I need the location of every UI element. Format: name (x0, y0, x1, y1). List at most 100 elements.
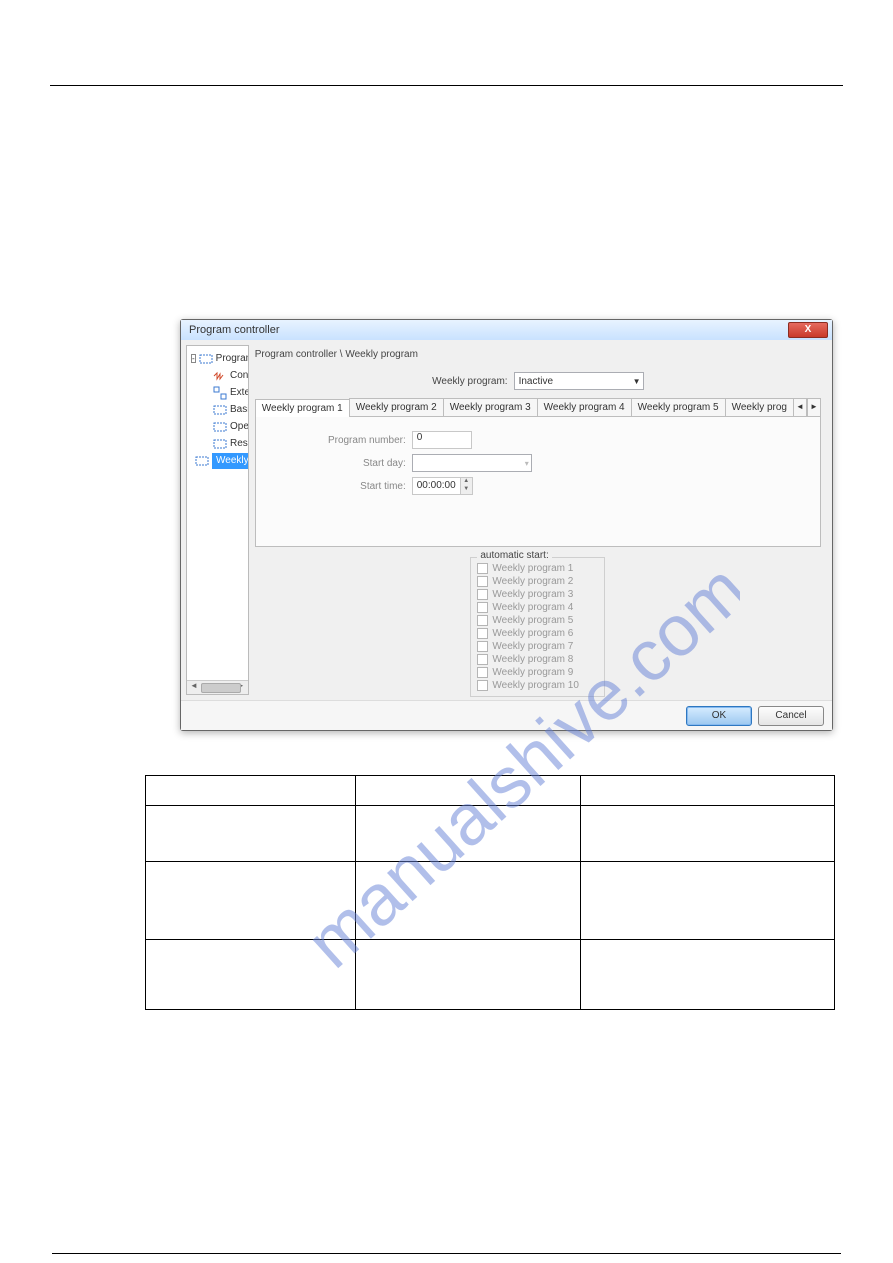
tree-root-label: Program controller (216, 353, 249, 364)
tree-item-label: Operation mode Man (230, 421, 249, 432)
table-row (146, 806, 835, 862)
tab-weekly-3[interactable]: Weekly program 3 (443, 398, 538, 416)
tree-item-label: Control signals (230, 370, 249, 381)
tree-item-control-signals[interactable]: Control signals (189, 367, 246, 384)
checkbox-icon[interactable] (477, 576, 488, 587)
controller-icon (199, 352, 213, 366)
autostart-checkbox-row[interactable]: Weekly program 7 (477, 640, 598, 653)
tab-strip: Weekly program 1 Weekly program 2 Weekly… (255, 398, 821, 417)
checkbox-icon[interactable] (477, 615, 488, 626)
close-icon: X (805, 324, 812, 335)
status-icon (213, 403, 227, 417)
automatic-start-group: automatic start: Weekly program 1Weekly … (470, 557, 605, 697)
scroll-left-icon[interactable]: ◄ (187, 681, 201, 695)
autostart-checkbox-row[interactable]: Weekly program 8 (477, 653, 598, 666)
table-row (146, 940, 835, 1010)
autostart-checkbox-row[interactable]: Weekly program 6 (477, 627, 598, 640)
autostart-checkbox-row[interactable]: Weekly program 10 (477, 679, 598, 692)
functions-icon (213, 386, 227, 400)
ok-button[interactable]: OK (686, 706, 752, 726)
program-number-label: Program number: (266, 435, 406, 446)
program-number-row: Program number: 0 (266, 431, 810, 449)
weekly-program-row: Weekly program: Inactive ▼ (255, 372, 821, 390)
breadcrumb: Program controller \ Weekly program (255, 349, 821, 360)
signals-icon (213, 369, 227, 383)
weekly-program-label: Weekly program: (432, 376, 507, 387)
tree-item-extended-functions[interactable]: Extented functions (189, 384, 246, 401)
start-day-select[interactable]: ▾ (412, 454, 532, 472)
start-time-row: Start time: 00:00:00 ▲▼ (266, 477, 810, 495)
tree-item-label: Extented functions (230, 387, 249, 398)
time-spinner[interactable]: ▲▼ (460, 478, 472, 494)
top-horizontal-rule (50, 85, 843, 86)
table-row (146, 776, 835, 806)
bottom-horizontal-rule (52, 1253, 841, 1254)
autostart-checkbox-row[interactable]: Weekly program 3 (477, 588, 598, 601)
tab-scroll-right[interactable]: ► (807, 398, 821, 416)
weekly-program-select[interactable]: Inactive ▼ (514, 372, 644, 390)
autostart-checkbox-row[interactable]: Weekly program 2 (477, 575, 598, 588)
tree-item-label: Weekly program (216, 455, 249, 466)
checkbox-icon[interactable] (477, 589, 488, 600)
dialog-body: - Program controller Control signals (181, 340, 832, 700)
chevron-down-icon: ▼ (633, 377, 641, 386)
tree-item-label: Response by O-o-R (230, 438, 249, 449)
collapse-icon[interactable]: - (191, 354, 196, 363)
start-time-label: Start time: (266, 481, 406, 492)
checkbox-icon[interactable] (477, 628, 488, 639)
weekly-program-value: Inactive (519, 376, 553, 387)
autostart-checkbox-row[interactable]: Weekly program 1 (477, 562, 598, 575)
tree-horizontal-scrollbar[interactable]: ◄ ► (187, 680, 248, 694)
start-time-input[interactable]: 00:00:00 ▲▼ (412, 477, 473, 495)
tab-content: Program number: 0 Start day: ▾ Start tim… (255, 417, 821, 547)
scroll-thumb[interactable] (201, 683, 241, 693)
tree-item-basic-status[interactable]: Basic status (189, 401, 246, 418)
tab-weekly-5[interactable]: Weekly program 5 (631, 398, 726, 416)
table-row (146, 862, 835, 940)
autostart-item-label: Weekly program 1 (492, 563, 573, 574)
checkbox-icon[interactable] (477, 654, 488, 665)
tab-weekly-1[interactable]: Weekly program 1 (255, 399, 350, 417)
autostart-item-label: Weekly program 5 (492, 615, 573, 626)
autostart-item-label: Weekly program 2 (492, 576, 573, 587)
start-day-row: Start day: ▾ (266, 454, 810, 472)
dialog-footer: OK Cancel (181, 700, 832, 730)
automatic-start-legend: automatic start: (477, 550, 551, 561)
program-number-input[interactable]: 0 (412, 431, 472, 449)
autostart-item-label: Weekly program 7 (492, 641, 573, 652)
chevron-down-icon: ▾ (525, 459, 529, 468)
cancel-button[interactable]: Cancel (758, 706, 824, 726)
autostart-item-label: Weekly program 10 (492, 680, 579, 691)
checkbox-icon[interactable] (477, 563, 488, 574)
autostart-item-label: Weekly program 9 (492, 667, 573, 678)
tree-item-label: Basic status (230, 404, 249, 415)
autostart-item-label: Weekly program 6 (492, 628, 573, 639)
main-pane: Program controller \ Weekly program Week… (249, 345, 827, 695)
program-controller-dialog: Program controller X - Program controlle… (180, 319, 833, 731)
checkbox-icon[interactable] (477, 667, 488, 678)
autostart-item-label: Weekly program 8 (492, 654, 573, 665)
start-day-label: Start day: (266, 458, 406, 469)
tab-weekly-4[interactable]: Weekly program 4 (537, 398, 632, 416)
dialog-titlebar[interactable]: Program controller X (181, 320, 832, 340)
weekly-icon (195, 454, 209, 468)
tree-item-response-oor[interactable]: Response by O-o-R (189, 435, 246, 452)
autostart-checkbox-row[interactable]: Weekly program 9 (477, 666, 598, 679)
parameter-table (145, 775, 835, 1010)
close-button[interactable]: X (788, 322, 828, 338)
autostart-checkbox-row[interactable]: Weekly program 4 (477, 601, 598, 614)
tab-scroll-left[interactable]: ◄ (793, 398, 807, 416)
checkbox-icon[interactable] (477, 602, 488, 613)
checkbox-icon[interactable] (477, 641, 488, 652)
tree-item-operation-mode[interactable]: Operation mode Man (189, 418, 246, 435)
tree: - Program controller Control signals (187, 346, 248, 473)
tab-weekly-2[interactable]: Weekly program 2 (349, 398, 444, 416)
dialog-title: Program controller (189, 324, 279, 336)
tree-item-weekly-program[interactable]: Weekly program (189, 452, 246, 469)
checkbox-icon[interactable] (477, 680, 488, 691)
tree-root-row[interactable]: - Program controller (189, 350, 246, 367)
response-icon (213, 437, 227, 451)
tab-weekly-6-truncated[interactable]: Weekly prog (725, 398, 794, 416)
autostart-checkbox-row[interactable]: Weekly program 5 (477, 614, 598, 627)
tree-pane: - Program controller Control signals (186, 345, 249, 695)
